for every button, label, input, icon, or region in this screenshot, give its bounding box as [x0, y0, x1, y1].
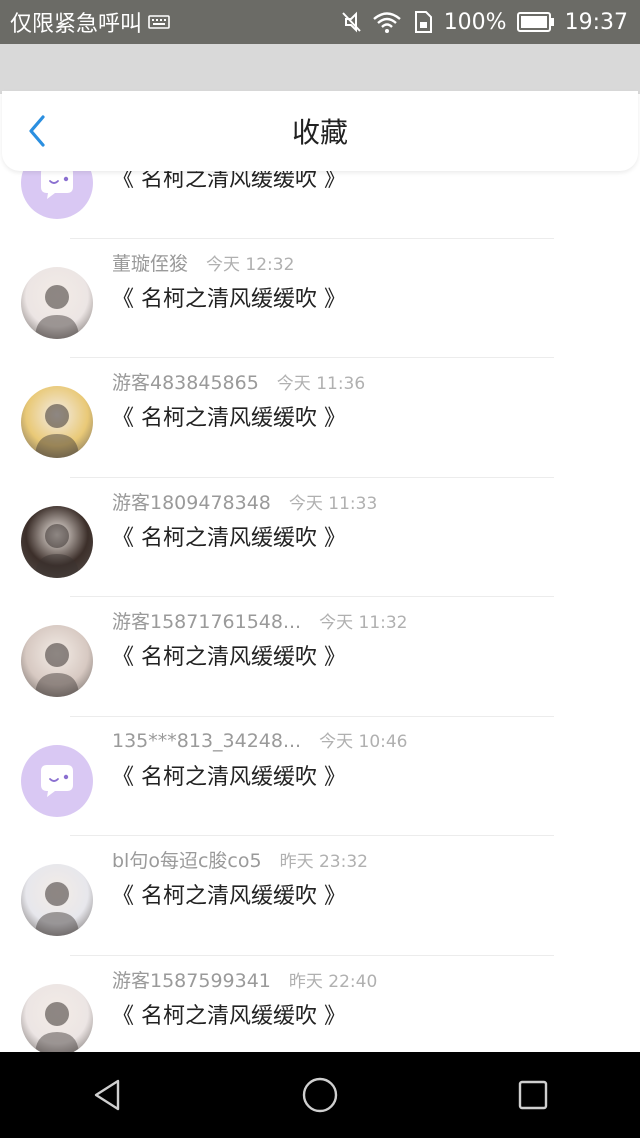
- sim-icon: [412, 10, 434, 34]
- favorites-list-inner: 星海_976361511今天 17:16《 名柯之清风缓缓吹 》董璇侄狻今天 1…: [0, 171, 640, 1052]
- item-meta: 游客1809478348 今天 11:33: [112, 488, 377, 515]
- header-bar: 收藏: [2, 91, 638, 171]
- user-name[interactable]: bl句o每迢c朘co5: [112, 846, 262, 873]
- user-name[interactable]: 游客1587599341: [112, 966, 271, 993]
- timestamp: 昨天 22:40: [288, 971, 378, 992]
- item-meta: 游客1587599341 昨天 22:40: [112, 966, 377, 993]
- avatar[interactable]: [21, 983, 93, 1052]
- book-title[interactable]: 《 名柯之清风缓缓吹 》: [112, 400, 346, 432]
- book-title[interactable]: 《 名柯之清风缓缓吹 》: [112, 639, 346, 671]
- wifi-icon: [372, 10, 402, 34]
- back-triangle-icon: [94, 1079, 119, 1111]
- list-item[interactable]: 游客483845865 今天 11:36 《 名柯之清风缓缓吹 》: [0, 358, 640, 478]
- mute-icon: [340, 10, 362, 34]
- book-title[interactable]: 《 名柯之清风缓缓吹 》: [112, 171, 346, 193]
- timestamp: 今天 11:36: [276, 374, 366, 394]
- avatar[interactable]: [21, 266, 93, 339]
- nav-back-button[interactable]: [77, 1065, 137, 1125]
- timestamp: 今天 11:33: [288, 493, 378, 514]
- person-photo-icon: [35, 882, 79, 936]
- chat-bubble-icon: [41, 171, 73, 199]
- avatar[interactable]: [21, 386, 93, 458]
- timestamp: 今天 11:32: [319, 613, 408, 633]
- book-title[interactable]: 《 名柯之清风缓缓吹 》: [112, 281, 346, 313]
- timestamp: 今天 12:32: [206, 254, 295, 275]
- nav-recents-button[interactable]: [503, 1065, 563, 1125]
- item-meta: 135***813_34248... 今天 10:46: [112, 727, 408, 752]
- list-item[interactable]: bl句o每迢c朘co5 昨天 23:32 《 名柯之清风缓缓吹 》: [0, 836, 640, 956]
- person-photo-icon: [35, 284, 79, 339]
- book-title[interactable]: 《 名柯之清风缓缓吹 》: [112, 759, 346, 791]
- item-meta: 游客483845865 今天 11:36: [112, 368, 365, 395]
- status-left: 仅限紧急呼叫: [10, 6, 170, 38]
- user-name[interactable]: 董璇侄狻: [112, 249, 188, 276]
- avatar[interactable]: [21, 864, 93, 936]
- page-title: 收藏: [291, 116, 348, 149]
- user-name[interactable]: 游客483845865: [112, 368, 259, 395]
- nav-home-button[interactable]: [290, 1065, 350, 1125]
- list-item[interactable]: 游客15871761548... 今天 11:32 《 名柯之清风缓缓吹 》: [0, 597, 640, 717]
- chat-bubble-icon: [41, 764, 73, 797]
- recents-square-icon: [519, 1080, 548, 1110]
- avatar[interactable]: [21, 505, 93, 578]
- clock-text: 19:37: [564, 9, 628, 35]
- list-item[interactable]: 董璇侄狻 今天 12:32 《 名柯之清风缓缓吹 》: [0, 239, 640, 358]
- status-bar: 仅限紧急呼叫 100% 19:37: [0, 0, 640, 44]
- battery-text: 100%: [443, 9, 507, 35]
- timestamp: 今天 10:46: [319, 731, 408, 752]
- timestamp: 昨天 23:32: [279, 852, 368, 872]
- user-name[interactable]: 游客1809478348: [112, 488, 271, 515]
- person-photo-icon: [35, 523, 79, 578]
- person-photo-icon: [35, 1001, 79, 1052]
- favorites-list[interactable]: 星海_976361511今天 17:16《 名柯之清风缓缓吹 》董璇侄狻今天 1…: [0, 171, 640, 1052]
- status-right: 100% 19:37: [340, 10, 628, 35]
- book-title[interactable]: 《 名柯之清风缓缓吹 》: [112, 878, 346, 910]
- item-meta: 董璇侄狻 今天 12:32: [112, 249, 294, 276]
- carrier-text: 仅限紧急呼叫: [10, 12, 143, 37]
- navigation-bar: [0, 1052, 640, 1138]
- book-title[interactable]: 《 名柯之清风缓缓吹 》: [112, 520, 346, 552]
- user-name[interactable]: 135***813_34248...: [112, 730, 301, 752]
- chevron-left-icon: [29, 115, 45, 147]
- home-circle-icon: [302, 1077, 338, 1113]
- item-meta: bl句o每迢c朘co5 昨天 23:32: [112, 846, 368, 873]
- item-meta: 游客15871761548... 今天 11:32: [112, 607, 408, 634]
- battery-icon: [516, 11, 555, 33]
- back-button[interactable]: [22, 113, 52, 149]
- avatar[interactable]: [21, 744, 93, 817]
- list-item[interactable]: 游客1809478348 今天 11:33 《 名柯之清风缓缓吹 》: [0, 478, 640, 597]
- avatar[interactable]: [21, 171, 93, 219]
- keyboard-icon: [148, 14, 170, 30]
- person-photo-icon: [35, 404, 79, 458]
- user-name[interactable]: 游客15871761548...: [112, 607, 301, 634]
- grey-band: [0, 44, 640, 94]
- avatar[interactable]: [21, 625, 93, 697]
- person-photo-icon: [35, 643, 79, 697]
- book-title[interactable]: 《 名柯之清风缓缓吹 》: [112, 998, 346, 1030]
- list-item[interactable]: 135***813_34248... 今天 10:46 《 名柯之清风缓缓吹 》: [0, 717, 640, 836]
- list-item[interactable]: 游客1587599341 昨天 22:40 《 名柯之清风缓缓吹 》: [0, 956, 640, 1052]
- list-item[interactable]: 星海_976361511今天 17:16《 名柯之清风缓缓吹 》: [0, 171, 640, 239]
